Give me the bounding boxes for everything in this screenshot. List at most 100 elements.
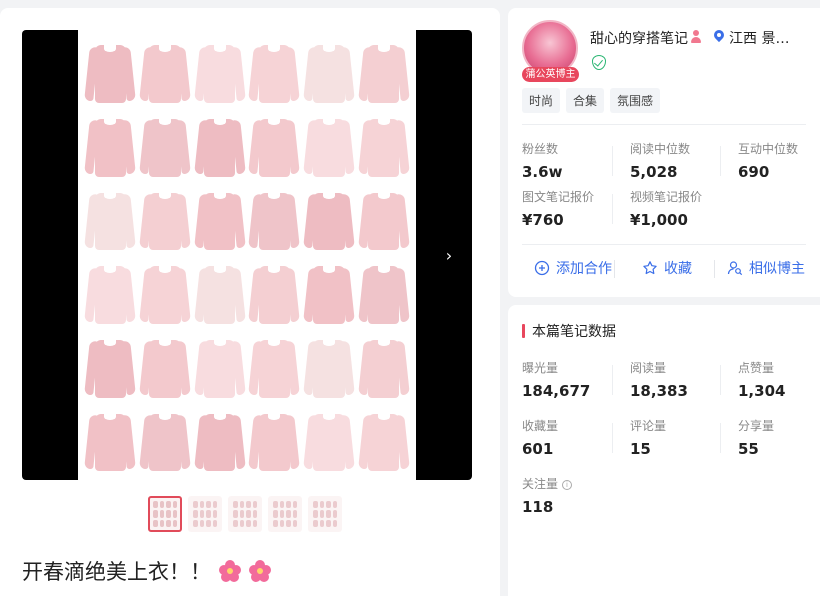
thumbnail-piece: [193, 501, 198, 509]
tag: 氛围感: [610, 88, 661, 113]
thumbnail-piece: [326, 519, 331, 527]
image-thumbnail[interactable]: [188, 496, 222, 532]
note-card: › 开春滴绝美上衣！！: [0, 8, 500, 596]
product-thumbnail: [193, 408, 246, 474]
stat-label-text: 关注量: [522, 477, 559, 491]
thumbnail-piece: [332, 501, 337, 509]
product-thumbnail: [303, 40, 355, 106]
thumbnail-piece: [286, 510, 291, 518]
cherry-blossom-icon: [249, 560, 271, 582]
thumbnail-piece: [326, 501, 331, 509]
info-circle-icon[interactable]: i: [562, 480, 573, 490]
thumbnail-piece: [212, 510, 217, 518]
product-thumbnail: [248, 335, 300, 401]
location-pin-icon: [714, 30, 724, 44]
product-thumbnail: [84, 114, 136, 180]
add-cooperation-button[interactable]: 添加合作: [534, 258, 612, 278]
stat-read-median: 阅读中位数 5,028: [630, 140, 690, 181]
product-thumbnail: [84, 335, 136, 401]
stat-value: 55: [738, 440, 759, 458]
product-thumbnail: [303, 261, 355, 327]
stat-impressions: 曝光量 184,677: [522, 359, 590, 400]
stat-value: 118: [522, 498, 554, 516]
note-data-card: 本篇笔记数据 曝光量 184,677 阅读量 18,383 点赞量 1,304 …: [508, 305, 820, 596]
stat-interaction-median: 互动中位数 690: [738, 140, 798, 181]
thumbnail-piece: [332, 510, 337, 518]
similar-bloggers-button[interactable]: 相似博主: [727, 258, 805, 278]
thumbnail-piece: [286, 501, 291, 509]
thumbnail-piece: [292, 510, 297, 518]
product-thumbnail: [193, 335, 246, 401]
note-title-text: 开春滴绝美上衣！！: [22, 560, 211, 584]
thumbnail-piece: [172, 519, 177, 527]
product-thumbnail: [357, 187, 410, 253]
thumbnail-piece: [313, 510, 318, 518]
stat-label: 视频笔记报价: [630, 190, 703, 204]
section-title-text: 本篇笔记数据: [532, 324, 616, 340]
stat-value: 690: [738, 163, 770, 181]
thumbnail-piece: [292, 501, 297, 509]
product-thumbnail: [84, 408, 136, 474]
image-thumbnail[interactable]: [308, 496, 342, 532]
stat-label: 点赞量: [738, 361, 775, 375]
thumbnail-piece: [199, 501, 204, 509]
image-viewer[interactable]: ›: [22, 30, 472, 480]
thumbnail-piece: [273, 510, 278, 518]
product-thumbnail: [303, 408, 355, 474]
thumbnail-piece: [279, 519, 284, 527]
image-thumbnail[interactable]: [228, 496, 262, 532]
author-name[interactable]: 甜心的穿搭笔记: [590, 28, 688, 48]
divider: [612, 365, 613, 395]
stat-label: 收藏量: [522, 419, 559, 433]
thumbnail-piece: [292, 519, 297, 527]
next-image-button[interactable]: ›: [440, 244, 458, 266]
stat-label: 互动中位数: [738, 142, 799, 156]
thumbnail-piece: [206, 510, 211, 518]
product-thumbnail: [84, 187, 136, 253]
thumbnail-piece: [246, 501, 251, 509]
product-thumbnail: [193, 40, 246, 106]
thumbnail-piece: [239, 519, 244, 527]
divider: [714, 260, 715, 278]
product-thumbnail: [248, 408, 300, 474]
stat-value: 18,383: [630, 382, 688, 400]
add-cooperation-label: 添加合作: [556, 261, 612, 277]
thumbnail-piece: [193, 510, 198, 518]
thumbnail-piece: [206, 501, 211, 509]
thumbnail-piece: [319, 510, 324, 518]
stat-comments: 评论量 15: [630, 417, 666, 458]
product-thumbnail: [139, 114, 191, 180]
thumbnail-piece: [279, 510, 284, 518]
thumbnail-piece: [239, 510, 244, 518]
thumbnail-piece: [332, 519, 337, 527]
product-thumbnail: [193, 114, 246, 180]
thumbnail-piece: [172, 510, 177, 518]
accent-bar: [522, 324, 525, 338]
product-thumbnail: [139, 408, 191, 474]
stat-collects: 收藏量 601: [522, 417, 558, 458]
thumbnail-piece: [273, 501, 278, 509]
stat-value: 184,677: [522, 382, 591, 400]
stat-label: 阅读量: [630, 361, 667, 375]
thumbnail-piece: [233, 519, 238, 527]
stat-label: 分享量: [738, 419, 775, 433]
thumbnail-piece: [153, 510, 158, 518]
image-thumbnail[interactable]: [148, 496, 182, 532]
divider: [720, 423, 721, 453]
stat-label: 粉丝数: [522, 142, 559, 156]
stat-image-note-price: 图文笔记报价 ¥760: [522, 188, 594, 229]
product-thumbnail: [139, 40, 191, 106]
favorite-label: 收藏: [664, 261, 692, 277]
thumbnail-piece: [319, 519, 324, 527]
tag: 时尚: [522, 88, 561, 113]
thumbnail-piece: [246, 519, 251, 527]
note-image[interactable]: [78, 30, 416, 480]
thumbnail-piece: [166, 519, 171, 527]
stat-label: 关注量 i: [522, 475, 573, 492]
product-thumbnail: [139, 335, 191, 401]
image-thumbnail[interactable]: [268, 496, 302, 532]
chevron-right-icon: ›: [445, 245, 453, 265]
thumbnail-piece: [166, 501, 171, 509]
favorite-button[interactable]: 收藏: [642, 258, 692, 278]
product-thumbnail: [248, 261, 300, 327]
